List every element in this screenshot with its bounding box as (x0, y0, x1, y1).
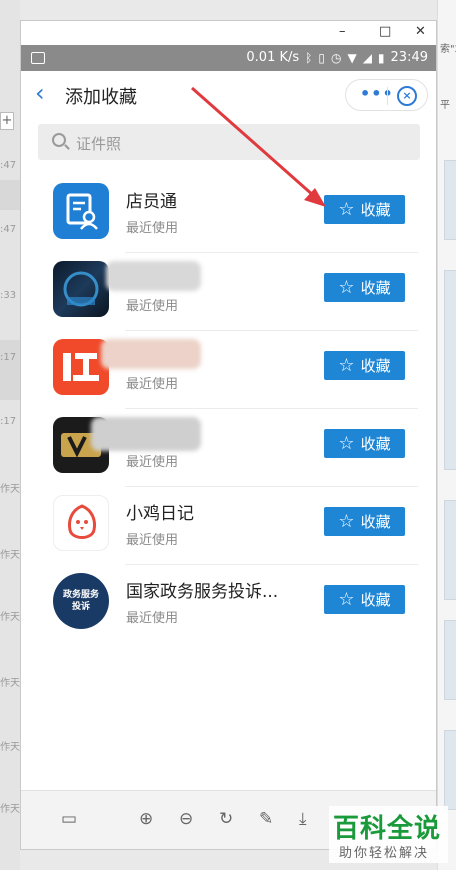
watermark-title: 百科全说 (333, 814, 442, 844)
watermark-subtitle: 助你轻松解决 (339, 846, 430, 861)
annotation-arrow (191, 86, 326, 207)
watermark: 百科全说 助你轻松解决 (329, 806, 448, 863)
